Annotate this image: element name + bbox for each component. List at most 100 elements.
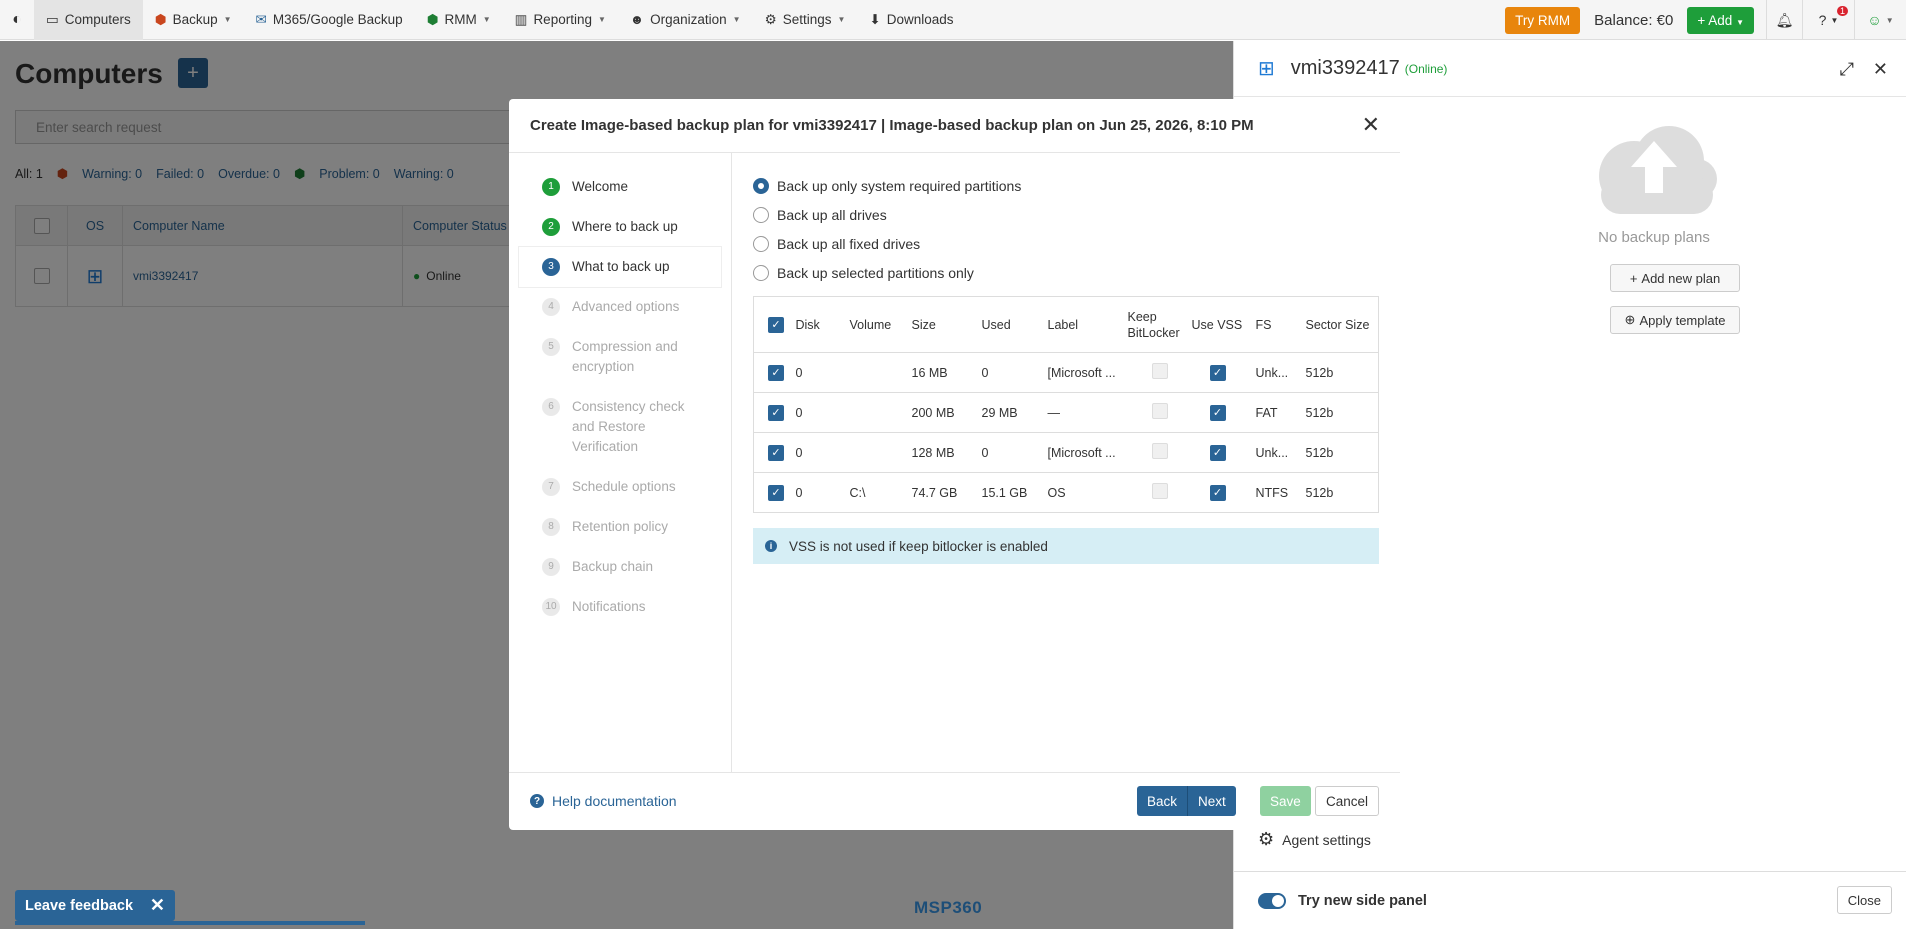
add-new-plan-button[interactable]: + Add new plan [1610,264,1740,292]
label-cell: — [1043,392,1124,433]
partition-row: ✓ 0 200 MB 29 MB — ✓ FAT 512b [753,392,1379,433]
sector-cell: 512b [1301,432,1379,473]
radio-selected-partitions[interactable]: Back up selected partitions only [753,258,1379,287]
nav-computers[interactable]: ▭ Computers [34,0,143,40]
step-label: Notifications [572,599,646,614]
fs-cell: Unk... [1251,432,1302,473]
select-all-partitions-checkbox[interactable]: ✓ [768,317,784,333]
nav-label: Organization [650,12,727,27]
size-cell: 74.7 GB [907,472,978,513]
close-icon[interactable]: ✕ [1873,59,1888,80]
monitor-icon: ▭ [46,11,59,27]
step-welcome[interactable]: 1 Welcome [519,167,721,207]
partition-checkbox[interactable]: ✓ [768,484,784,501]
help-documentation-link[interactable]: ? Help documentation [530,793,677,809]
try-rmm-button[interactable]: Try RMM [1505,6,1581,34]
chart-icon: ▥ [514,11,528,27]
caret-down-icon: ▼ [732,15,741,24]
nav-organization[interactable]: ☻ Organization ▼ [618,0,753,40]
fs-cell: NTFS [1251,472,1302,513]
volume-cell [845,392,908,433]
next-button[interactable]: Next [1187,786,1236,816]
try-new-panel-label: Try new side panel [1298,892,1427,909]
side-close-button[interactable]: Close [1836,886,1892,914]
add-button[interactable]: + Add ▼ [1687,6,1754,34]
modal-body: Back up only system required partitions … [732,153,1400,772]
nav-settings[interactable]: ⚙ Settings ▼ [753,0,858,40]
leave-feedback-button[interactable]: Leave feedback ✕ [15,890,175,921]
partition-checkbox[interactable]: ✓ [768,404,784,421]
used-cell: 0 [977,432,1044,473]
msp360-logo: MSP360 [914,898,983,917]
help-menu-icon[interactable]: ? 1 ▼ [1802,0,1854,40]
cancel-button[interactable]: Cancel [1315,786,1380,816]
gear-icon: ⚙ [1258,829,1275,849]
partition-checkbox[interactable]: ✓ [768,364,784,381]
fs-cell: FAT [1251,392,1302,433]
nav-label: Settings [782,12,832,27]
use-vss-checkbox[interactable]: ✓ [1209,444,1226,461]
partition-row: ✓ 0 C:\ 74.7 GB 15.1 GB OS ✓ NTFS 512b [753,472,1379,513]
side-panel-title: vmi3392417 [1290,57,1400,79]
volume-cell [845,352,908,393]
back-button[interactable]: Back [1137,786,1188,816]
step-label: Compression and encryption [572,339,678,374]
radio-all-drives[interactable]: Back up all drives [753,200,1379,229]
step-number: 2 [542,218,560,236]
step-number: 6 [542,398,560,416]
used-cell: 29 MB [977,392,1044,433]
radio-button[interactable] [753,235,769,252]
partition-checkbox[interactable]: ✓ [768,444,784,461]
keep-bitlocker-cell [1123,352,1188,393]
size-cell: 16 MB [907,352,978,393]
radio-button[interactable] [753,264,769,281]
top-navigation: ◐ ▭ Computers ⬢ Backup ▼ ✉ M365/Google Backu… [0,0,1906,40]
step-where-to-back-up[interactable]: 2 Where to back up [519,207,721,247]
apply-template-button[interactable]: ⊕ Apply template [1610,306,1740,334]
modal-title: Create Image-based backup plan for vmi33… [509,99,1400,153]
use-vss-checkbox[interactable]: ✓ [1209,404,1226,421]
use-vss-checkbox[interactable]: ✓ [1209,484,1226,501]
partition-select-cell: ✓ [753,352,792,393]
step-what-to-back-up[interactable]: 3 What to back up [519,247,721,287]
radio-button[interactable] [753,177,769,194]
step-label: What to back up [572,259,670,274]
nav-m365[interactable]: ✉ M365/Google Backup [244,0,415,40]
modal-footer: ? Help documentation Back Next Save Cance… [509,772,1400,830]
nav-reporting[interactable]: ▥ Reporting ▼ [503,0,618,40]
use-vss-cell: ✓ [1187,472,1252,513]
partitions-header: ✓ Disk Volume Size Used Label Keep BitLo… [753,296,1379,353]
nav-downloads[interactable]: ⬇ Downloads [857,0,965,40]
plus-icon: + [1697,12,1706,28]
step-number: 10 [542,598,560,616]
step-schedule: 7 Schedule options [519,467,721,507]
nav-rmm[interactable]: ⬢ RMM ▼ [415,0,503,40]
expand-icon[interactable]: ⤢ [1840,59,1854,80]
step-number: 7 [542,478,560,496]
disk-header: Disk [791,296,846,353]
notifications-bell-icon[interactable]: 🔔︎ [1766,0,1802,40]
volume-cell [845,432,908,473]
info-icon: i [765,540,777,552]
app-logo-icon[interactable]: ◐ [0,0,34,40]
radio-label: Back up only system required partitions [777,177,1022,194]
close-icon[interactable]: ✕ [150,895,165,916]
size-cell: 200 MB [907,392,978,433]
nav-backup[interactable]: ⬢ Backup ▼ [143,0,244,40]
radio-fixed-drives[interactable]: Back up all fixed drives [753,229,1379,258]
plus-circle-icon: ⊕ [1624,312,1636,327]
save-button[interactable]: Save [1260,786,1311,816]
step-notifications: 10 Notifications [519,587,721,627]
apply-template-label: Apply template [1639,312,1726,328]
radio-button[interactable] [753,206,769,223]
keep-bitlocker-checkbox [1151,363,1168,379]
agent-settings-link[interactable]: ⚙ Agent settings [1258,829,1371,850]
modal-close-icon[interactable]: ✕ [1362,112,1380,138]
step-advanced-options: 4 Advanced options [519,287,721,327]
step-label: Where to back up [572,219,678,234]
new-side-panel-toggle[interactable] [1258,892,1286,909]
keep-bitlocker-cell [1123,472,1188,513]
use-vss-checkbox[interactable]: ✓ [1209,364,1226,381]
user-menu-icon[interactable]: ☺ ▼ [1854,0,1906,40]
radio-system-partitions[interactable]: Back up only system required partitions [753,171,1379,200]
